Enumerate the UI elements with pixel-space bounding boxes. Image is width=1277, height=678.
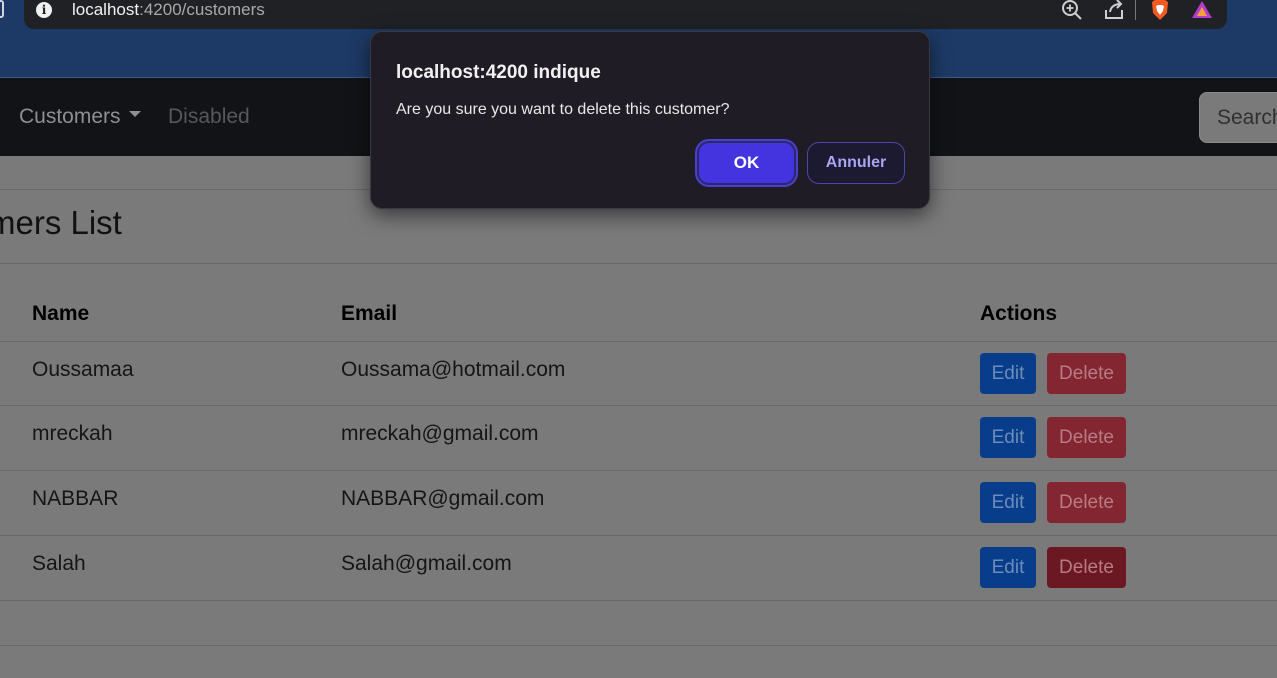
customer-email: Oussama@hotmail.com [341, 358, 566, 381]
row-divider [0, 535, 1277, 536]
column-header-name: Name [32, 302, 90, 325]
sidebar-toggle-icon[interactable] [0, 0, 4, 18]
info-icon[interactable]: i [36, 2, 52, 18]
search-placeholder: Search [1217, 106, 1277, 129]
edit-button[interactable]: Edit [980, 482, 1036, 523]
row-divider [0, 405, 1277, 406]
column-header-email: Email [341, 302, 398, 325]
brave-shield-icon[interactable] [1148, 0, 1172, 22]
table-header-divider [0, 341, 1277, 342]
share-icon[interactable] [1102, 0, 1126, 22]
customer-email: Salah@gmail.com [341, 552, 512, 575]
customer-email: NABBAR@gmail.com [341, 487, 545, 510]
search-input[interactable]: Search [1199, 92, 1277, 143]
divider [0, 645, 1277, 646]
customer-name: Oussamaa [32, 358, 134, 381]
url-host: localhost [72, 0, 140, 19]
caret-down-icon [128, 111, 141, 118]
delete-button[interactable]: Delete [1047, 417, 1126, 458]
row-divider [0, 470, 1277, 471]
toolbar-divider [1135, 0, 1136, 20]
confirm-dialog: localhost:4200 indique Are you sure you … [370, 31, 930, 209]
delete-button[interactable]: Delete [1047, 482, 1126, 523]
nav-customers-dropdown[interactable]: Customers [19, 105, 141, 129]
edit-button[interactable]: Edit [980, 417, 1036, 458]
divider [0, 263, 1277, 264]
dialog-title: localhost:4200 indique [396, 62, 601, 83]
dialog-message: Are you sure you want to delete this cus… [396, 101, 730, 118]
delete-button[interactable]: Delete [1047, 547, 1126, 588]
ok-button[interactable]: OK [695, 139, 798, 187]
cancel-button[interactable]: Annuler [807, 142, 905, 184]
main-content: mers List Name Email Actions Oussamaa Ou… [0, 156, 1277, 678]
column-header-actions: Actions [980, 302, 1058, 325]
url-text[interactable]: localhost:4200/customers [72, 0, 265, 20]
nav-customers-label: Customers [19, 105, 121, 128]
edit-button[interactable]: Edit [980, 353, 1036, 394]
customer-email: mreckah@gmail.com [341, 422, 539, 445]
nav-disabled-link: Disabled [168, 105, 250, 128]
page-title: mers List [0, 204, 122, 241]
brave-rewards-icon[interactable] [1190, 0, 1214, 22]
address-bar[interactable]: i localhost:4200/customers [24, 0, 1227, 29]
delete-button[interactable]: Delete [1047, 353, 1126, 394]
customer-name: mreckah [32, 422, 113, 445]
edit-button[interactable]: Edit [980, 547, 1036, 588]
url-path: :4200/customers [139, 0, 265, 19]
row-divider [0, 600, 1277, 601]
zoom-icon[interactable] [1060, 0, 1084, 22]
customer-name: Salah [32, 552, 86, 575]
customer-name: NABBAR [32, 487, 119, 510]
